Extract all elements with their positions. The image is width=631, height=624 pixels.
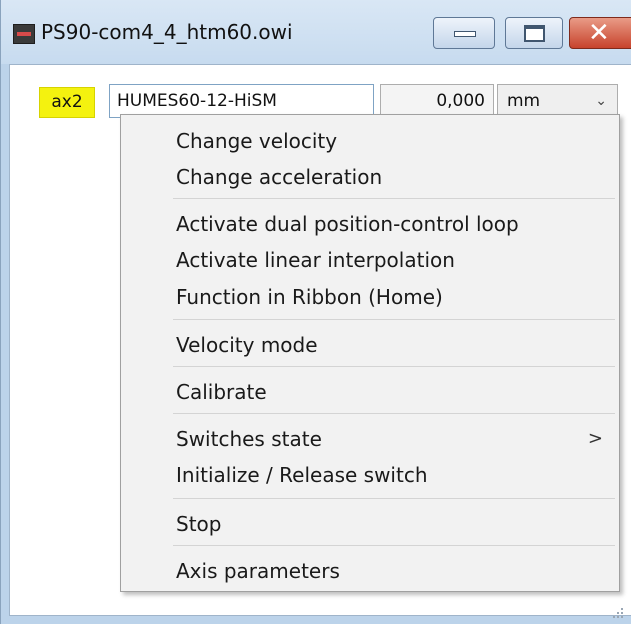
position-value-field[interactable]: 0,000 — [380, 84, 494, 118]
menu-separator — [173, 545, 615, 546]
menu-item-change-acceleration[interactable]: Change acceleration — [176, 165, 382, 189]
close-button[interactable]: ✕ — [569, 17, 631, 49]
menu-separator — [173, 413, 615, 414]
menu-separator — [173, 319, 615, 320]
close-icon: ✕ — [588, 18, 610, 48]
menu-item-dual-position-loop[interactable]: Activate dual position-control loop — [176, 212, 519, 236]
unit-select[interactable]: mm ⌄ — [497, 84, 618, 118]
menu-item-change-velocity[interactable]: Change velocity — [176, 129, 337, 153]
minimize-button[interactable] — [433, 17, 495, 49]
menu-separator — [173, 198, 615, 199]
menu-item-velocity-mode[interactable]: Velocity mode — [176, 333, 318, 357]
axis-label-badge[interactable]: ax2 — [39, 87, 95, 118]
resize-grip-icon[interactable] — [611, 606, 623, 618]
menu-item-linear-interpolation[interactable]: Activate linear interpolation — [176, 248, 455, 272]
menu-item-initialize-release-switch[interactable]: Initialize / Release switch — [176, 463, 428, 487]
menu-item-axis-parameters[interactable]: Axis parameters — [176, 559, 340, 583]
device-name-field[interactable]: HUMES60-12-HiSM — [109, 84, 374, 118]
minimize-icon — [454, 31, 476, 37]
maximize-icon — [524, 25, 545, 42]
menu-item-function-in-ribbon[interactable]: Function in Ribbon (Home) — [176, 285, 443, 309]
menu-separator — [173, 366, 615, 367]
menu-item-switches-state[interactable]: Switches state — [176, 427, 322, 451]
chevron-down-icon: ⌄ — [595, 93, 607, 109]
maximize-button[interactable] — [505, 17, 563, 49]
menu-item-calibrate[interactable]: Calibrate — [176, 380, 267, 404]
menu-item-stop[interactable]: Stop — [176, 512, 221, 536]
app-icon[interactable] — [13, 24, 35, 44]
unit-select-value: mm — [507, 91, 541, 111]
window-title: PS90-com4_4_htm60.owi — [41, 20, 293, 44]
chevron-right-icon: > — [587, 428, 603, 449]
menu-separator — [173, 498, 615, 499]
title-bar[interactable]: PS90-com4_4_htm60.owi ✕ — [1, 0, 631, 64]
window-frame: PS90-com4_4_htm60.owi ✕ ax2 HUMES60-12-H… — [0, 0, 631, 624]
context-menu: Change velocity Change acceleration Acti… — [120, 114, 620, 592]
